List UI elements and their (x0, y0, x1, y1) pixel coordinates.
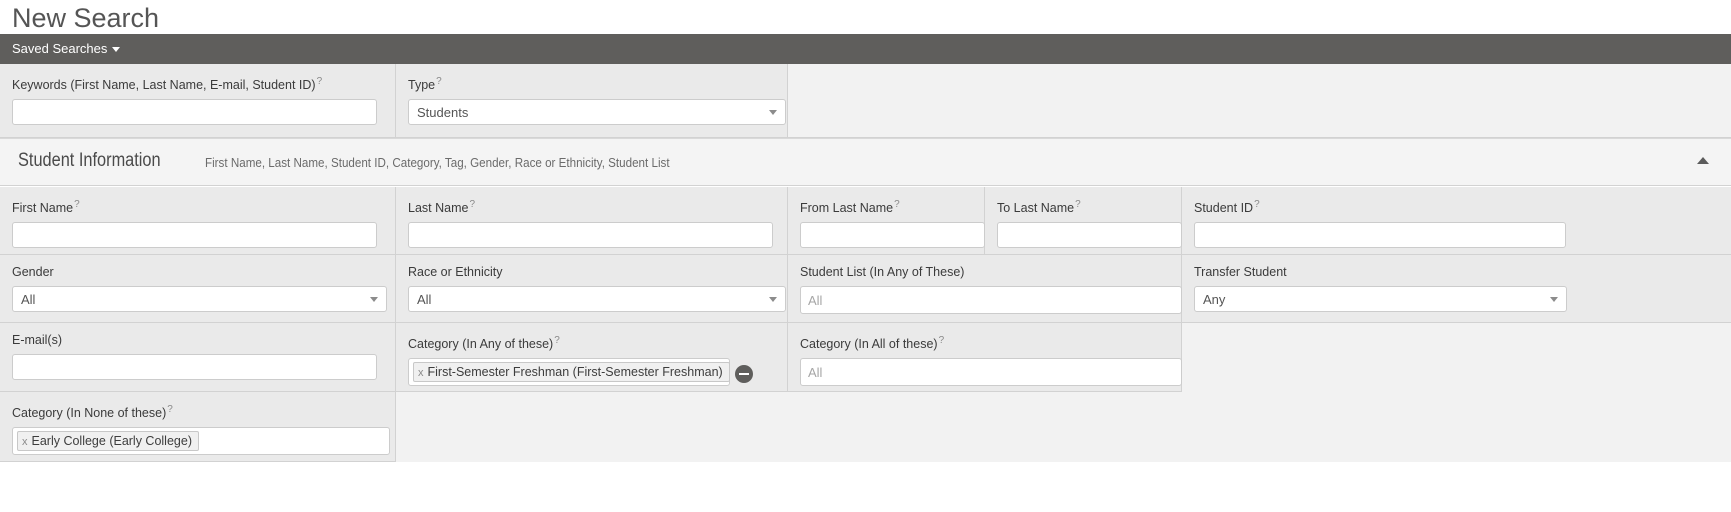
help-icon[interactable]: ? (167, 404, 173, 415)
keywords-label: Keywords (First Name, Last Name, E-mail,… (12, 76, 323, 93)
emails-label: E-mail(s) (12, 333, 62, 347)
last-name-cell: Last Name? (396, 187, 788, 255)
from-last-name-input[interactable] (800, 222, 985, 249)
gender-select[interactable]: All (12, 286, 387, 312)
help-icon[interactable]: ? (74, 199, 80, 210)
remove-chip-icon[interactable]: x (418, 364, 424, 383)
chevron-down-icon (1550, 297, 1558, 302)
student-list-input[interactable] (800, 286, 1182, 314)
row3-filler (1182, 323, 1731, 392)
page-title: New Search (12, 3, 160, 33)
transfer-student-cell: Transfer Student Any (1182, 255, 1731, 323)
saved-searches-toolbar: Saved Searches (0, 34, 1731, 64)
help-icon[interactable]: ? (1075, 199, 1081, 210)
race-cell: Race or Ethnicity All (396, 255, 788, 323)
chevron-down-icon (769, 110, 777, 116)
transfer-student-label: Transfer Student (1194, 265, 1287, 279)
transfer-student-select[interactable]: Any (1194, 286, 1567, 312)
row4-filler (396, 392, 1731, 462)
first-name-input[interactable] (12, 222, 377, 249)
race-value: All (417, 292, 432, 307)
minus-icon[interactable] (735, 365, 753, 383)
type-value: Students (417, 105, 469, 121)
section-subtitle: First Name, Last Name, Student ID, Categ… (205, 156, 670, 170)
student-id-label: Student ID? (1194, 199, 1260, 216)
gender-label: Gender (12, 265, 54, 279)
from-last-name-cell: From Last Name? (788, 187, 985, 255)
keywords-cell: Keywords (First Name, Last Name, E-mail,… (0, 64, 396, 138)
chip-label: Early College (Early College) (31, 434, 192, 449)
page-bottom-filler (0, 462, 1731, 512)
category-chip[interactable]: x Early College (Early College) (17, 431, 199, 452)
race-select[interactable]: All (408, 286, 786, 312)
race-label: Race or Ethnicity (408, 265, 503, 279)
help-icon[interactable]: ? (894, 199, 900, 210)
emails-cell: E-mail(s) (0, 323, 396, 392)
saved-searches-dropdown[interactable]: Saved Searches (12, 40, 121, 58)
category-any-tokenbox[interactable]: x First-Semester Freshman (First-Semester… (408, 358, 730, 387)
category-all-input[interactable] (800, 358, 1182, 387)
category-any-label: Category (In Any of these)? (408, 335, 560, 352)
keywords-input[interactable] (12, 99, 377, 126)
category-all-label: Category (In All of these)? (800, 335, 945, 352)
chevron-down-icon (370, 297, 378, 302)
category-all-cell: Category (In All of these)? (788, 323, 1182, 392)
transfer-student-value: Any (1203, 292, 1226, 307)
type-select[interactable]: Students (408, 99, 786, 126)
quick-row-filler (788, 64, 1731, 138)
help-icon[interactable]: ? (939, 335, 945, 346)
gender-cell: Gender All (0, 255, 396, 323)
student-id-input[interactable] (1194, 222, 1566, 249)
section-title: Student Information (18, 150, 161, 171)
type-cell: Type? Students (396, 64, 788, 138)
help-icon[interactable]: ? (436, 76, 442, 87)
help-icon[interactable]: ? (1254, 199, 1260, 210)
category-chip[interactable]: x First-Semester Freshman (First-Semester… (413, 362, 730, 383)
gender-value: All (21, 292, 36, 307)
emails-input[interactable] (12, 354, 377, 380)
first-name-cell: First Name? (0, 187, 396, 255)
help-icon[interactable]: ? (317, 76, 323, 87)
from-last-name-label: From Last Name? (800, 199, 900, 216)
new-search-page: New Search Saved Searches Keywords (Firs… (0, 0, 1731, 512)
first-name-label: First Name? (12, 199, 80, 216)
student-list-cell: Student List (In Any of These) (788, 255, 1182, 323)
to-last-name-input[interactable] (997, 222, 1182, 249)
help-icon[interactable]: ? (554, 335, 560, 346)
student-id-cell: Student ID? (1182, 187, 1731, 255)
saved-searches-label: Saved Searches (12, 41, 108, 56)
category-any-cell: Category (In Any of these)? x First-Semes… (396, 323, 788, 392)
type-label: Type? (408, 76, 442, 93)
student-list-label: Student List (In Any of These) (800, 265, 965, 279)
help-icon[interactable]: ? (469, 199, 475, 210)
to-last-name-cell: To Last Name? (985, 187, 1182, 255)
student-information-section-header[interactable]: Student Information First Name, Last Nam… (0, 138, 1731, 186)
category-none-cell: Category (In None of these)? x Early Coll… (0, 392, 396, 462)
caret-up-icon[interactable] (1697, 157, 1709, 164)
chevron-down-icon (769, 297, 777, 302)
category-none-label: Category (In None of these)? (12, 404, 173, 421)
last-name-input[interactable] (408, 222, 773, 249)
chip-label: First-Semester Freshman (First-Semester … (427, 365, 723, 380)
remove-chip-icon[interactable]: x (22, 433, 28, 452)
category-none-tokenbox[interactable]: x Early College (Early College) (12, 427, 390, 456)
chevron-down-icon (112, 47, 121, 53)
last-name-label: Last Name? (408, 199, 476, 216)
to-last-name-label: To Last Name? (997, 199, 1081, 216)
